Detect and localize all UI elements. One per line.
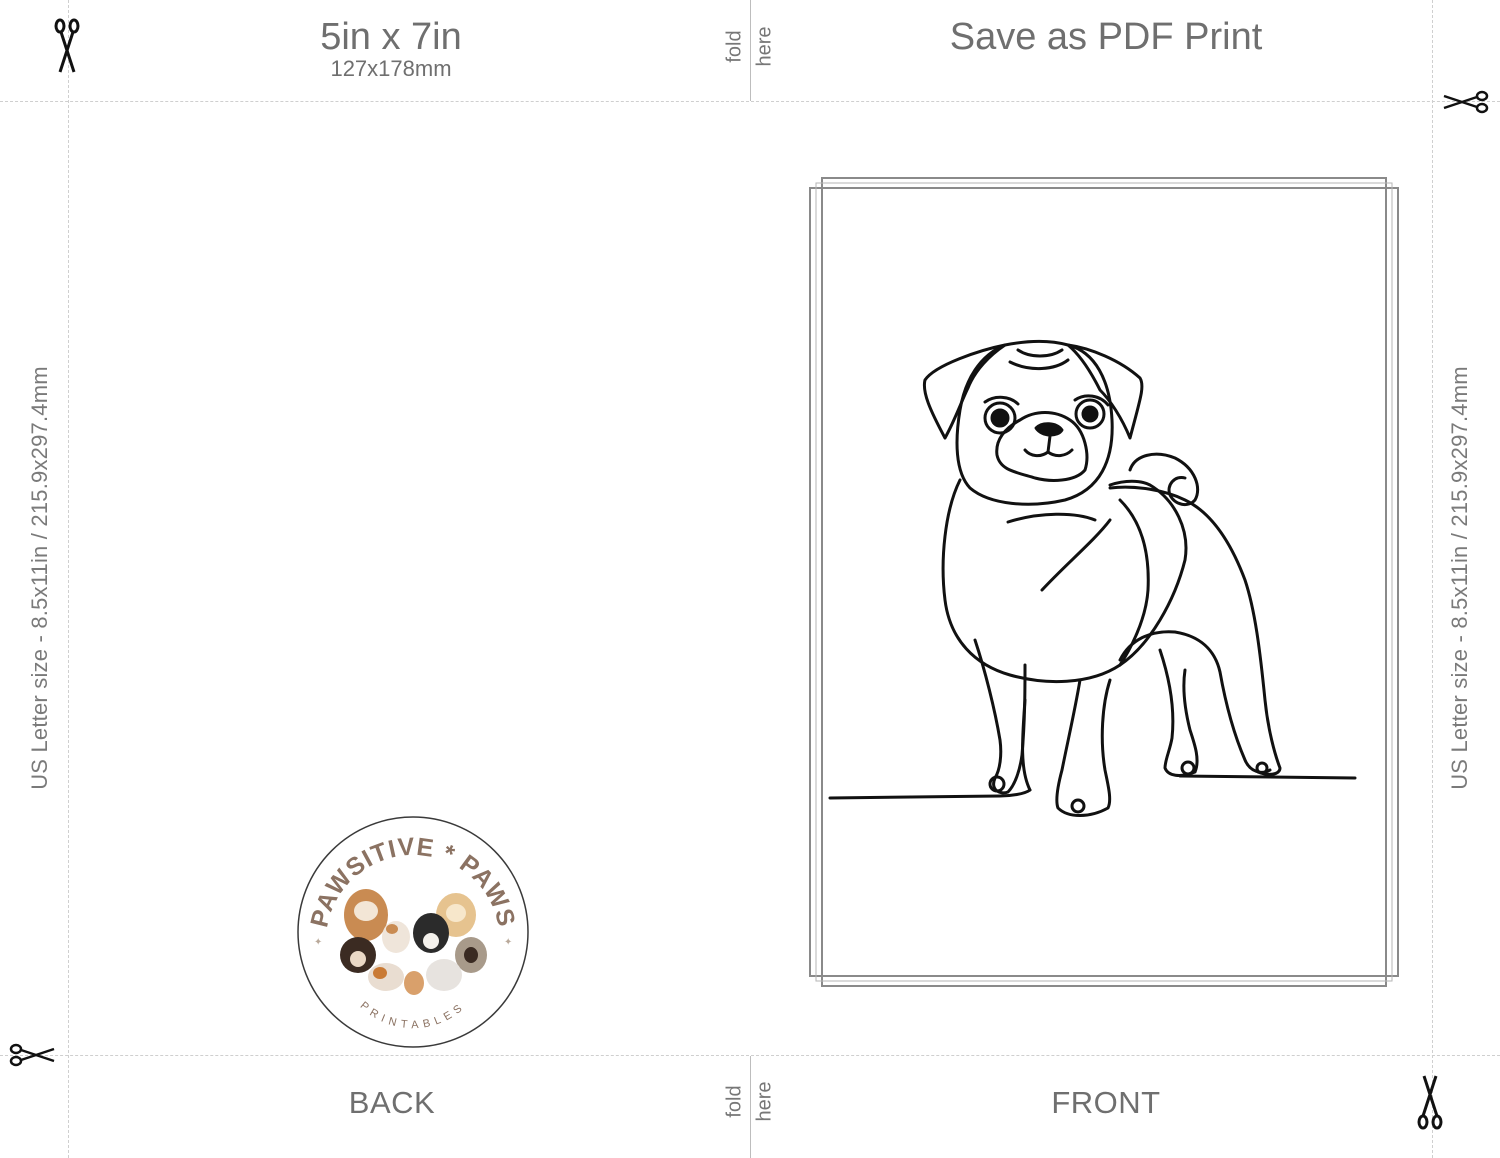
brand-logo-graphic: PAWSITIVE * PAWS PRINTABLES ✦ ✦ <box>297 816 529 1048</box>
paper-size-label-right: US Letter size - 8.5x11in / 215.9x297.4m… <box>1447 366 1472 790</box>
fold-label-bottom: fold <box>723 1085 746 1118</box>
card-size-inches: 5in x 7in <box>320 16 462 58</box>
scissors-icon-top-right <box>1443 90 1489 114</box>
paper-size-label-left: US Letter size - 8.5x11in / 215.9x297.4m… <box>27 366 52 790</box>
back-panel-label: BACK <box>348 1085 436 1120</box>
pug-line-drawing-icon <box>828 339 1357 817</box>
scissors-icon-top-left <box>54 18 80 73</box>
top-cut-line <box>0 101 1500 102</box>
here-label-top: here <box>753 26 776 67</box>
right-cut-line <box>1432 0 1433 1158</box>
left-cut-line <box>68 0 69 1158</box>
star-icon-left: ✦ <box>314 937 322 948</box>
fold-line-top <box>750 0 751 101</box>
fold-line-bottom <box>750 1056 751 1158</box>
star-icon-right: ✦ <box>504 937 512 948</box>
brand-logo: PAWSITIVE * PAWS PRINTABLES ✦ ✦ <box>296 815 530 1049</box>
here-label-bottom: here <box>753 1081 776 1122</box>
scissors-icon-bottom-right <box>1417 1075 1443 1130</box>
front-artwork-frame <box>809 177 1399 987</box>
front-panel-label: FRONT <box>1051 1085 1161 1120</box>
card-size-mm: 127x178mm <box>330 56 452 81</box>
fold-label-top: fold <box>723 30 746 63</box>
save-as-pdf-label: Save as PDF Print <box>949 16 1263 58</box>
scissors-icon-bottom-left <box>9 1043 55 1067</box>
